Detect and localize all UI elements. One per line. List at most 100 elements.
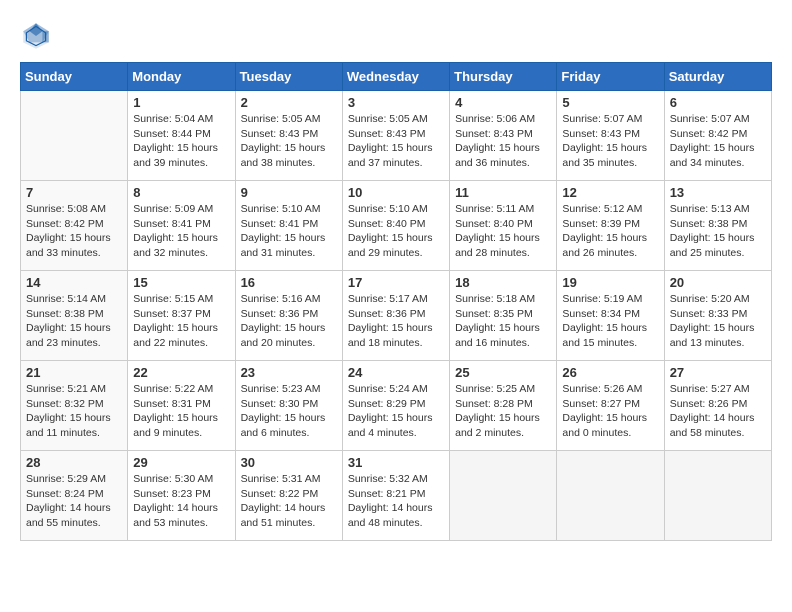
day-number: 25 xyxy=(455,365,551,380)
calendar-cell: 14 Sunrise: 5:14 AM Sunset: 8:38 PM Dayli… xyxy=(21,271,128,361)
calendar-cell: 26Sunrise: 5:26 AM Sunset: 8:27 PM Dayli… xyxy=(557,361,664,451)
week-row: 21Sunrise: 5:21 AM Sunset: 8:32 PM Dayli… xyxy=(21,361,772,451)
day-detail: Sunrise: 5:17 AM Sunset: 8:36 PM Dayligh… xyxy=(348,292,444,351)
calendar-cell: 25 Sunrise: 5:25 AM Sunset: 8:28 PM Dayli… xyxy=(450,361,557,451)
day-number: 10 xyxy=(348,185,444,200)
day-detail: Sunrise: 5:05 AM Sunset: 8:43 PM Dayligh… xyxy=(348,112,444,171)
day-number: 3 xyxy=(348,95,444,110)
day-detail: Sunrise: 5:24 AM Sunset: 8:29 PM Dayligh… xyxy=(348,382,444,441)
day-number: 2 xyxy=(241,95,337,110)
calendar-cell: 28Sunrise: 5:29 AM Sunset: 8:24 PM Dayli… xyxy=(21,451,128,541)
day-number: 23 xyxy=(241,365,337,380)
day-detail: Sunrise: 5:22 AM Sunset: 8:31 PM Dayligh… xyxy=(133,382,229,441)
day-detail: Sunrise: 5:25 AM Sunset: 8:28 PM Dayligh… xyxy=(455,382,551,441)
day-detail: Sunrise: 5:14 AM Sunset: 8:38 PM Dayligh… xyxy=(26,292,122,351)
day-detail: Sunrise: 5:30 AM Sunset: 8:23 PM Dayligh… xyxy=(133,472,229,531)
day-number: 12 xyxy=(562,185,658,200)
day-number: 1 xyxy=(133,95,229,110)
calendar-cell: 29 Sunrise: 5:30 AM Sunset: 8:23 PM Dayli… xyxy=(128,451,235,541)
day-number: 7 xyxy=(26,185,122,200)
day-detail: Sunrise: 5:16 AM Sunset: 8:36 PM Dayligh… xyxy=(241,292,337,351)
day-number: 14 xyxy=(26,275,122,290)
week-row: 28Sunrise: 5:29 AM Sunset: 8:24 PM Dayli… xyxy=(21,451,772,541)
weekday-header: Tuesday xyxy=(235,63,342,91)
calendar-cell: 18Sunrise: 5:18 AM Sunset: 8:35 PM Dayli… xyxy=(450,271,557,361)
day-number: 4 xyxy=(455,95,551,110)
calendar-cell xyxy=(450,451,557,541)
weekday-header: Wednesday xyxy=(342,63,449,91)
day-detail: Sunrise: 5:12 AM Sunset: 8:39 PM Dayligh… xyxy=(562,202,658,261)
calendar-cell: 27 Sunrise: 5:27 AM Sunset: 8:26 PM Dayli… xyxy=(664,361,771,451)
calendar-cell: 13 Sunrise: 5:13 AM Sunset: 8:38 PM Dayli… xyxy=(664,181,771,271)
day-number: 22 xyxy=(133,365,229,380)
weekday-header: Friday xyxy=(557,63,664,91)
calendar-cell: 6 Sunrise: 5:07 AM Sunset: 8:42 PM Daylig… xyxy=(664,91,771,181)
day-number: 24 xyxy=(348,365,444,380)
calendar-cell xyxy=(21,91,128,181)
week-row: 7 Sunrise: 5:08 AM Sunset: 8:42 PM Daylig… xyxy=(21,181,772,271)
calendar-cell: 22 Sunrise: 5:22 AM Sunset: 8:31 PM Dayli… xyxy=(128,361,235,451)
day-number: 29 xyxy=(133,455,229,470)
day-number: 28 xyxy=(26,455,122,470)
day-number: 18 xyxy=(455,275,551,290)
day-detail: Sunrise: 5:06 AM Sunset: 8:43 PM Dayligh… xyxy=(455,112,551,171)
logo-icon xyxy=(20,20,52,52)
day-detail: Sunrise: 5:19 AM Sunset: 8:34 PM Dayligh… xyxy=(562,292,658,351)
day-detail: Sunrise: 5:31 AM Sunset: 8:22 PM Dayligh… xyxy=(241,472,337,531)
calendar-cell: 11 Sunrise: 5:11 AM Sunset: 8:40 PM Dayli… xyxy=(450,181,557,271)
day-number: 30 xyxy=(241,455,337,470)
weekday-header: Thursday xyxy=(450,63,557,91)
day-detail: Sunrise: 5:32 AM Sunset: 8:21 PM Dayligh… xyxy=(348,472,444,531)
day-number: 15 xyxy=(133,275,229,290)
calendar-cell: 16 Sunrise: 5:16 AM Sunset: 8:36 PM Dayli… xyxy=(235,271,342,361)
day-number: 17 xyxy=(348,275,444,290)
calendar-cell: 19 Sunrise: 5:19 AM Sunset: 8:34 PM Dayli… xyxy=(557,271,664,361)
day-detail: Sunrise: 5:07 AM Sunset: 8:42 PM Dayligh… xyxy=(670,112,766,171)
day-number: 13 xyxy=(670,185,766,200)
calendar-cell xyxy=(557,451,664,541)
day-detail: Sunrise: 5:26 AM Sunset: 8:27 PM Dayligh… xyxy=(562,382,658,441)
calendar-cell: 15 Sunrise: 5:15 AM Sunset: 8:37 PM Dayli… xyxy=(128,271,235,361)
calendar-cell: 1Sunrise: 5:04 AM Sunset: 8:44 PM Daylig… xyxy=(128,91,235,181)
day-number: 27 xyxy=(670,365,766,380)
day-detail: Sunrise: 5:05 AM Sunset: 8:43 PM Dayligh… xyxy=(241,112,337,171)
day-detail: Sunrise: 5:08 AM Sunset: 8:42 PM Dayligh… xyxy=(26,202,122,261)
calendar-cell: 9Sunrise: 5:10 AM Sunset: 8:41 PM Daylig… xyxy=(235,181,342,271)
day-number: 6 xyxy=(670,95,766,110)
calendar-cell: 21Sunrise: 5:21 AM Sunset: 8:32 PM Dayli… xyxy=(21,361,128,451)
day-detail: Sunrise: 5:21 AM Sunset: 8:32 PM Dayligh… xyxy=(26,382,122,441)
calendar-cell: 17 Sunrise: 5:17 AM Sunset: 8:36 PM Dayli… xyxy=(342,271,449,361)
week-row: 1Sunrise: 5:04 AM Sunset: 8:44 PM Daylig… xyxy=(21,91,772,181)
calendar-cell: 12 Sunrise: 5:12 AM Sunset: 8:39 PM Dayli… xyxy=(557,181,664,271)
weekday-header: Saturday xyxy=(664,63,771,91)
calendar-cell: 7 Sunrise: 5:08 AM Sunset: 8:42 PM Daylig… xyxy=(21,181,128,271)
week-row: 14 Sunrise: 5:14 AM Sunset: 8:38 PM Dayli… xyxy=(21,271,772,361)
calendar-cell: 2 Sunrise: 5:05 AM Sunset: 8:43 PM Daylig… xyxy=(235,91,342,181)
day-number: 8 xyxy=(133,185,229,200)
day-detail: Sunrise: 5:11 AM Sunset: 8:40 PM Dayligh… xyxy=(455,202,551,261)
day-number: 16 xyxy=(241,275,337,290)
day-detail: Sunrise: 5:07 AM Sunset: 8:43 PM Dayligh… xyxy=(562,112,658,171)
day-detail: Sunrise: 5:10 AM Sunset: 8:41 PM Dayligh… xyxy=(241,202,337,261)
calendar-cell: 31Sunrise: 5:32 AM Sunset: 8:21 PM Dayli… xyxy=(342,451,449,541)
calendar-cell: 8Sunrise: 5:09 AM Sunset: 8:41 PM Daylig… xyxy=(128,181,235,271)
day-number: 5 xyxy=(562,95,658,110)
calendar-cell: 5 Sunrise: 5:07 AM Sunset: 8:43 PM Daylig… xyxy=(557,91,664,181)
day-detail: Sunrise: 5:15 AM Sunset: 8:37 PM Dayligh… xyxy=(133,292,229,351)
calendar-cell: 3 Sunrise: 5:05 AM Sunset: 8:43 PM Daylig… xyxy=(342,91,449,181)
calendar-cell: 10Sunrise: 5:10 AM Sunset: 8:40 PM Dayli… xyxy=(342,181,449,271)
weekday-header: Sunday xyxy=(21,63,128,91)
weekday-header: Monday xyxy=(128,63,235,91)
calendar-cell: 23Sunrise: 5:23 AM Sunset: 8:30 PM Dayli… xyxy=(235,361,342,451)
calendar-table: SundayMondayTuesdayWednesdayThursdayFrid… xyxy=(20,62,772,541)
day-number: 11 xyxy=(455,185,551,200)
day-detail: Sunrise: 5:13 AM Sunset: 8:38 PM Dayligh… xyxy=(670,202,766,261)
day-number: 19 xyxy=(562,275,658,290)
logo xyxy=(20,20,56,52)
calendar-cell: 30 Sunrise: 5:31 AM Sunset: 8:22 PM Dayli… xyxy=(235,451,342,541)
day-number: 20 xyxy=(670,275,766,290)
calendar-cell: 20 Sunrise: 5:20 AM Sunset: 8:33 PM Dayli… xyxy=(664,271,771,361)
calendar-cell: 24 Sunrise: 5:24 AM Sunset: 8:29 PM Dayli… xyxy=(342,361,449,451)
day-detail: Sunrise: 5:20 AM Sunset: 8:33 PM Dayligh… xyxy=(670,292,766,351)
day-detail: Sunrise: 5:27 AM Sunset: 8:26 PM Dayligh… xyxy=(670,382,766,441)
